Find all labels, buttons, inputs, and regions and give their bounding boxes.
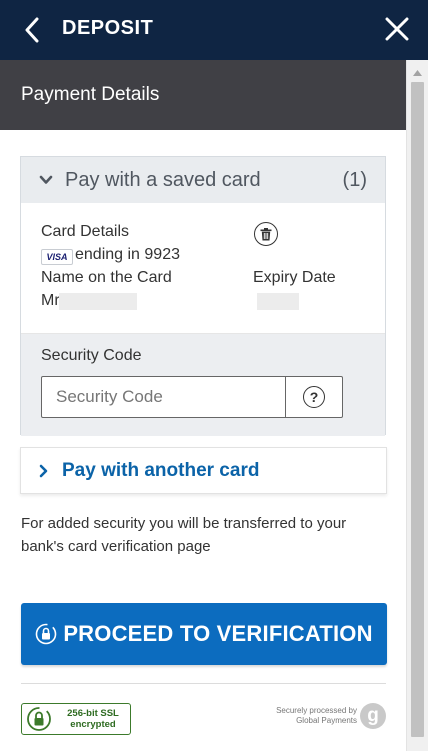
- chevron-right-icon: [39, 464, 48, 477]
- proceed-label: PROCEED TO VERIFICATION: [63, 621, 373, 646]
- security-info-text: For added security you will be transferr…: [21, 515, 347, 555]
- content-area: Payment Details Pay with a saved card (1…: [0, 60, 406, 751]
- security-code-label: Security Code: [41, 347, 142, 364]
- payment-details-header: Payment Details: [0, 60, 406, 130]
- chevron-down-icon: [39, 175, 53, 184]
- card-details: Card Details VISA ending in 9923 Name on…: [21, 203, 385, 334]
- gp-line-1: Securely processed by: [276, 706, 357, 715]
- top-bar: DEPOSIT: [0, 0, 428, 60]
- gp-line-2: Global Payments: [296, 716, 357, 725]
- visa-card-icon: VISA: [41, 249, 73, 265]
- chevron-left-icon: [25, 17, 39, 43]
- delete-card-button[interactable]: [254, 222, 278, 246]
- saved-card-panel: Pay with a saved card (1) Card Details V…: [20, 156, 386, 436]
- close-button[interactable]: [380, 12, 414, 46]
- card-ending: ending in 9923: [75, 246, 180, 263]
- saved-card-toggle[interactable]: Pay with a saved card (1): [21, 157, 385, 203]
- card-details-label: Card Details: [41, 223, 130, 240]
- back-button[interactable]: [16, 14, 48, 46]
- pay-with-another-card[interactable]: Pay with another card: [20, 447, 387, 494]
- question-icon: ?: [303, 386, 325, 408]
- section-title: Payment Details: [21, 84, 160, 105]
- name-on-card-label: Name on the Card: [41, 269, 172, 286]
- close-icon: [385, 17, 409, 41]
- security-code-section: Security Code ?: [21, 334, 385, 436]
- ssl-line-1: 256-bit SSL: [67, 708, 119, 719]
- footer-divider: [21, 683, 386, 684]
- expiry-date-label: Expiry Date: [253, 269, 336, 286]
- scroll-thumb[interactable]: [411, 82, 424, 737]
- redacted-name: [59, 293, 137, 310]
- trash-icon: [260, 227, 272, 240]
- proceed-to-verification-button[interactable]: PROCEED TO VERIFICATION: [21, 603, 387, 665]
- redacted-expiry: [257, 293, 299, 310]
- another-card-label: Pay with another card: [62, 459, 260, 481]
- lock-icon: [36, 623, 57, 645]
- page-title: DEPOSIT: [62, 17, 154, 39]
- scrollbar[interactable]: [406, 60, 428, 751]
- saved-card-label: Pay with a saved card: [65, 168, 261, 191]
- global-payments-badge: Securely processed by Global Payments g: [276, 703, 386, 729]
- security-code-help-button[interactable]: ?: [286, 376, 343, 418]
- saved-card-count: (1): [342, 168, 367, 191]
- security-code-input[interactable]: [41, 376, 286, 418]
- triangle-up-icon: [413, 70, 422, 76]
- ssl-badge: 256-bit SSL encrypted: [21, 703, 131, 735]
- ssl-lock-icon: [27, 707, 51, 731]
- global-payments-logo: g: [360, 703, 386, 729]
- scroll-up-arrow[interactable]: [407, 66, 428, 80]
- name-on-card-value: Mr: [41, 292, 60, 309]
- ssl-line-2: encrypted: [70, 719, 116, 730]
